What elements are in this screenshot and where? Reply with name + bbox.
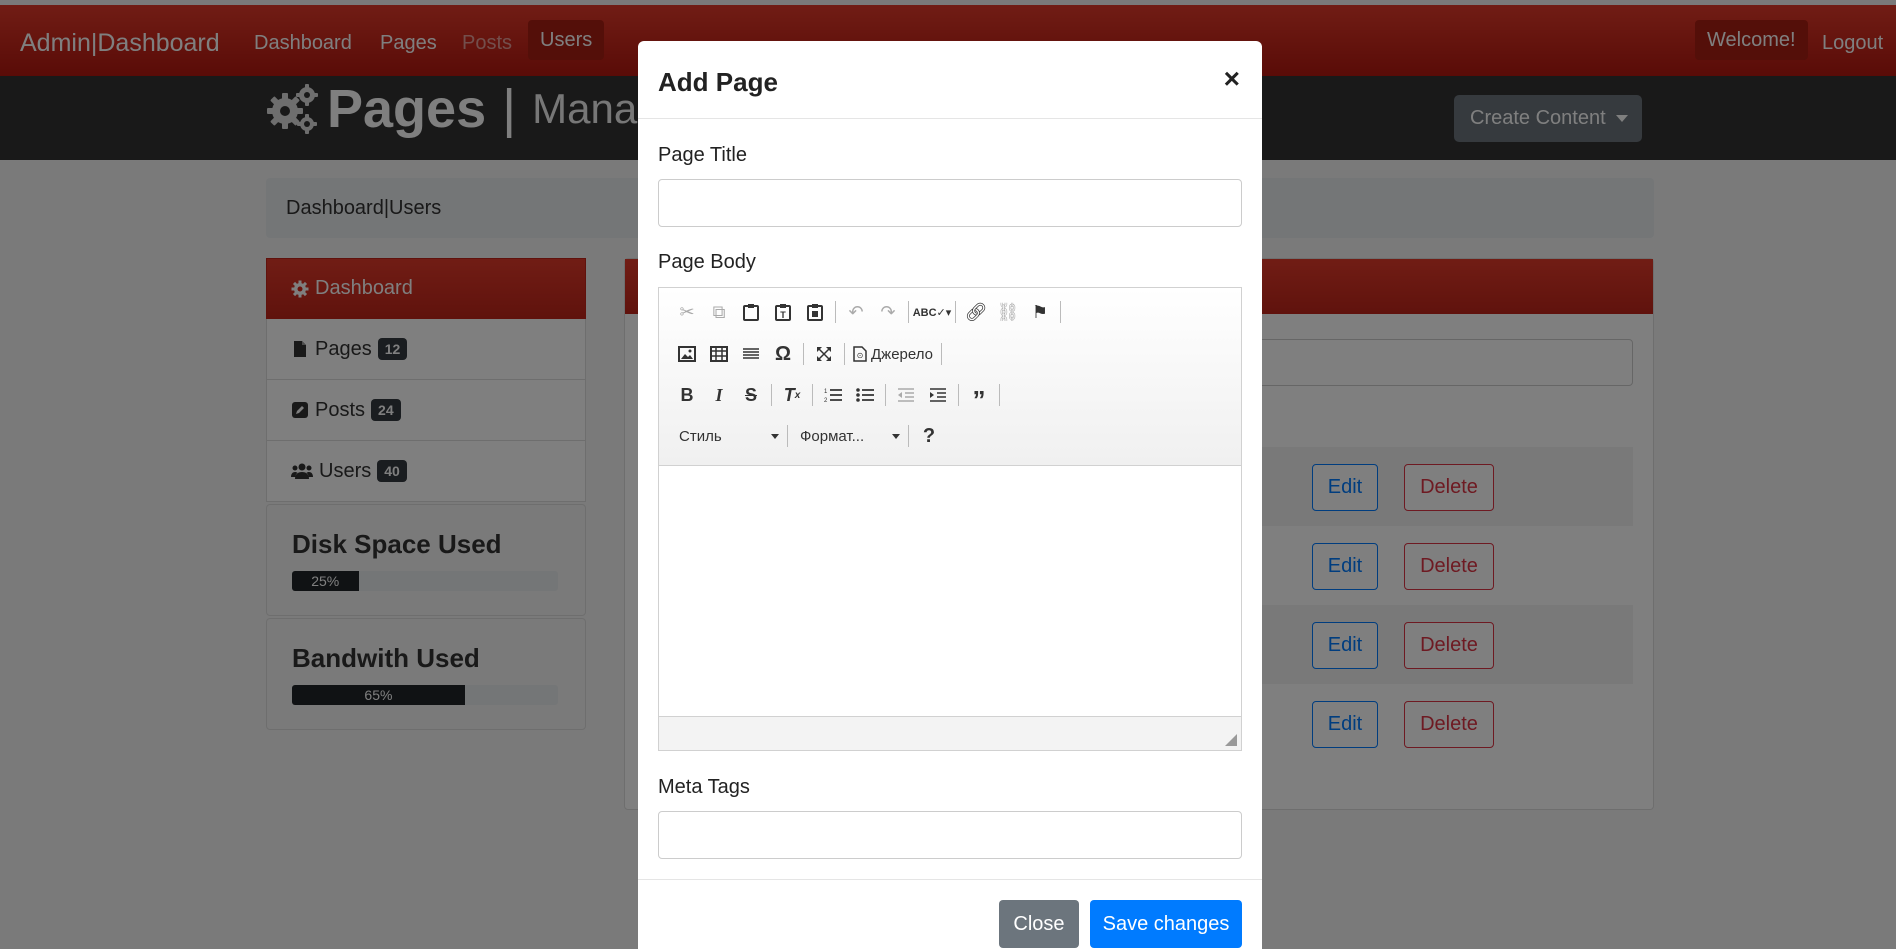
bullet-list-icon[interactable] — [849, 380, 881, 410]
anchor-flag-icon[interactable]: ⚑ — [1024, 297, 1056, 327]
editor-status-bar — [659, 716, 1241, 750]
copy-icon[interactable]: ⧉ — [703, 297, 735, 327]
maximize-icon[interactable] — [808, 339, 840, 369]
undo-icon[interactable]: ↶ — [840, 297, 872, 327]
paste-icon[interactable] — [735, 297, 767, 327]
horizontal-line-icon[interactable] — [735, 339, 767, 369]
toolbar-separator — [835, 301, 836, 323]
table-icon[interactable] — [703, 339, 735, 369]
toolbar-separator — [955, 301, 956, 323]
style-select-value: Стиль — [679, 427, 722, 445]
toolbar-row: B I S Tx 12 ” — [671, 380, 1004, 415]
help-icon[interactable]: ? — [913, 421, 945, 451]
toolbar-row: ✂ ⧉ T ↶ ↷ ABC✓▾ 🔗︎ ⛓︎ ⚑ — [671, 297, 1065, 327]
paste-word-icon[interactable] — [799, 297, 831, 327]
indent-icon[interactable] — [922, 380, 954, 410]
special-char-icon[interactable]: Ω — [767, 339, 799, 369]
modal-header: Add Page × — [638, 41, 1262, 119]
outdent-icon[interactable] — [890, 380, 922, 410]
toolbar-separator — [885, 384, 886, 406]
editor-content-area[interactable] — [659, 466, 1241, 716]
toolbar-separator — [908, 425, 909, 447]
source-icon: ⊙ — [853, 346, 867, 362]
modal-title: Add Page — [658, 67, 778, 97]
format-select-value: Формат... — [800, 427, 865, 445]
style-select[interactable]: Стиль — [671, 422, 783, 450]
toolbar-separator — [787, 425, 788, 447]
toolbar-separator — [771, 384, 772, 406]
close-button[interactable]: Close — [999, 900, 1079, 948]
close-icon[interactable]: × — [1224, 63, 1240, 95]
add-page-modal: Add Page × Page Title Page Body ✂ ⧉ T ↶ — [638, 41, 1262, 949]
toolbar-separator — [803, 343, 804, 365]
page-title-input[interactable] — [658, 179, 1242, 227]
meta-tags-label: Meta Tags — [658, 776, 750, 798]
remove-format-icon[interactable]: Tx — [776, 380, 808, 410]
image-icon[interactable] — [671, 339, 703, 369]
toolbar-separator — [908, 301, 909, 323]
toolbar-separator — [844, 343, 845, 365]
toolbar-separator — [999, 384, 1000, 406]
blockquote-icon[interactable]: ” — [963, 380, 995, 415]
toolbar-separator — [958, 384, 959, 406]
source-label: Джерело — [871, 345, 933, 363]
resize-handle-icon[interactable] — [1225, 734, 1237, 746]
page-title-label: Page Title — [658, 144, 747, 166]
svg-text:⊙: ⊙ — [857, 351, 864, 360]
toolbar-separator — [1060, 301, 1061, 323]
strikethrough-icon[interactable]: S — [735, 380, 767, 410]
editor-toolbar: ✂ ⧉ T ↶ ↷ ABC✓▾ 🔗︎ ⛓︎ ⚑ Ω ⊙ Джерело B I … — [659, 288, 1241, 466]
toolbar-row: Ω ⊙ Джерело — [671, 339, 946, 369]
chevron-down-icon — [771, 433, 779, 439]
toolbar-separator — [941, 343, 942, 365]
chevron-down-icon — [892, 433, 900, 439]
format-select[interactable]: Формат... — [792, 422, 904, 450]
bold-icon[interactable]: B — [671, 380, 703, 410]
save-changes-button[interactable]: Save changes — [1090, 900, 1242, 948]
spellcheck-icon[interactable]: ABC✓▾ — [913, 297, 952, 327]
paste-text-icon[interactable]: T — [767, 297, 799, 327]
unlink-icon[interactable]: ⛓︎ — [992, 297, 1024, 327]
svg-text:1: 1 — [824, 389, 828, 395]
toolbar-row: Стиль Формат... ? — [671, 421, 945, 451]
page-body-label: Page Body — [658, 251, 756, 273]
meta-tags-input[interactable] — [658, 811, 1242, 859]
toolbar-separator — [812, 384, 813, 406]
source-button[interactable]: ⊙ Джерело — [849, 346, 937, 363]
svg-text:T: T — [780, 310, 786, 320]
italic-icon[interactable]: I — [703, 380, 735, 410]
link-icon[interactable]: 🔗︎ — [960, 297, 992, 327]
rich-text-editor: ✂ ⧉ T ↶ ↷ ABC✓▾ 🔗︎ ⛓︎ ⚑ Ω ⊙ Джерело B I … — [658, 287, 1242, 751]
modal-footer: Close Save changes — [638, 879, 1262, 949]
numbered-list-icon[interactable]: 12 — [817, 380, 849, 410]
cut-icon[interactable]: ✂ — [671, 297, 703, 327]
redo-icon[interactable]: ↷ — [872, 297, 904, 327]
svg-text:2: 2 — [824, 398, 828, 403]
